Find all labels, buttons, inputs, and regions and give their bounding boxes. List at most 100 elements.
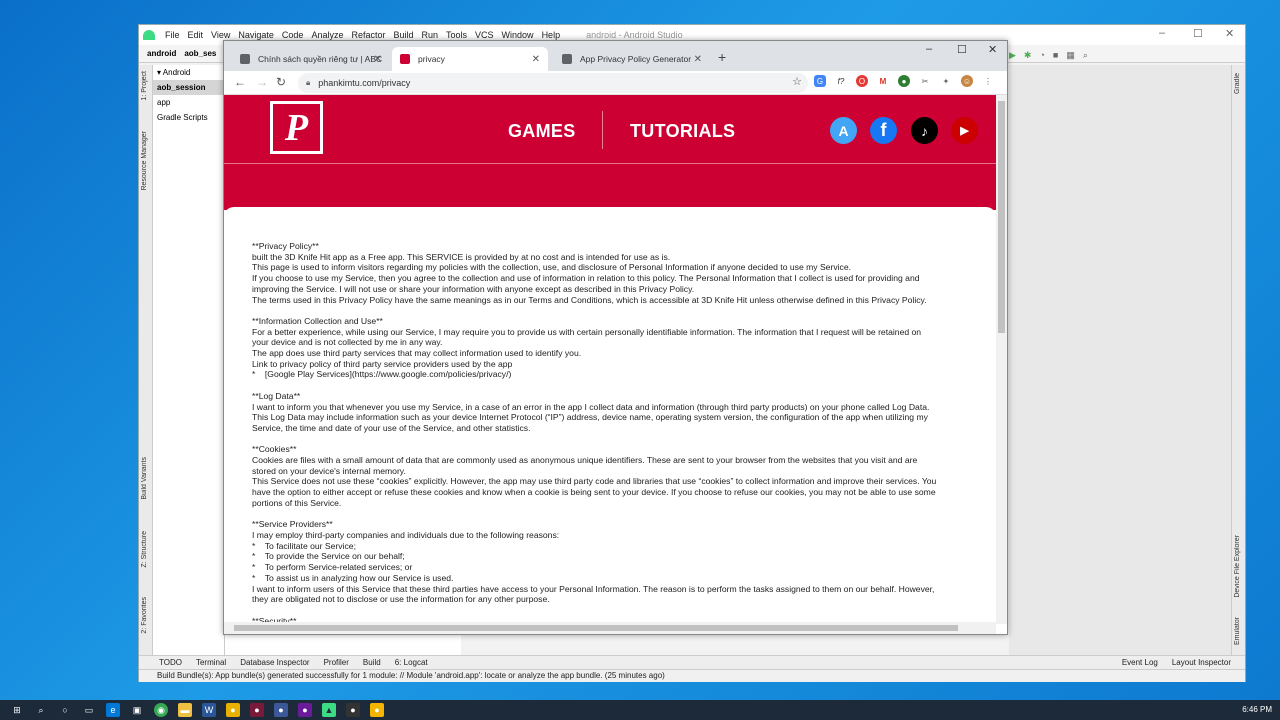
forward-icon[interactable]: → [256, 75, 268, 89]
todo-tab[interactable]: TODO [159, 658, 182, 667]
menu-refactor[interactable]: Refactor [351, 30, 385, 40]
menu-build[interactable]: Build [393, 30, 413, 40]
tree-item-root[interactable]: aob_session [153, 80, 224, 95]
menu-code[interactable]: Code [282, 30, 304, 40]
app-icon[interactable]: ● [226, 703, 240, 717]
device-file-explorer-tab[interactable]: Device File Explorer [1234, 535, 1241, 598]
tree-item-app[interactable]: app [153, 95, 224, 110]
as-close-button[interactable]: ✕ [1225, 27, 1234, 40]
menu-file[interactable]: File [165, 30, 180, 40]
tree-item-gradle-scripts[interactable]: Gradle Scripts [153, 110, 224, 125]
app-icon[interactable]: ● [274, 703, 288, 717]
build-tab[interactable]: Build [363, 658, 381, 667]
profiler-tab[interactable]: Profiler [324, 658, 349, 667]
app-icon[interactable]: ● [346, 703, 360, 717]
tab-chinh-sach[interactable]: Chính sách quyền riêng tư | ABC ✕ [232, 47, 390, 71]
stop-icon[interactable]: ■ [1053, 50, 1058, 60]
vertical-scroll-thumb[interactable] [998, 101, 1005, 333]
search-everywhere-icon[interactable]: ⌕ [1083, 50, 1088, 61]
vertical-scrollbar[interactable] [996, 95, 1007, 624]
emulator-tab[interactable]: Emulator [1234, 617, 1241, 645]
project-tool-tab[interactable]: 1: Project [141, 71, 148, 101]
as-minimize-button[interactable]: – [1159, 27, 1165, 39]
search-icon[interactable]: ⌕ [34, 703, 48, 717]
as-maximize-button[interactable]: ☐ [1193, 27, 1203, 40]
menu-analyze[interactable]: Analyze [311, 30, 343, 40]
tab-close-icon[interactable]: ✕ [694, 54, 702, 65]
menu-view[interactable]: View [211, 30, 230, 40]
translate-extension-icon[interactable]: G [814, 75, 826, 87]
app-icon[interactable]: ● [250, 703, 264, 717]
chrome-icon[interactable]: ◉ [154, 703, 168, 717]
tiktok-icon[interactable]: ♪ [911, 117, 938, 144]
menu-navigate[interactable]: Navigate [238, 30, 274, 40]
profile-icon[interactable]: ◔ [1039, 50, 1044, 60]
youtube-icon[interactable]: ▶ [951, 117, 978, 144]
debug-icon[interactable]: ✱ [1024, 50, 1032, 61]
reload-icon[interactable]: ↻ [276, 75, 286, 89]
page-viewport: P GAMES TUTORIALS A f ♪ ▶ **Privacy Poli… [224, 95, 996, 624]
task-view-icon[interactable]: ▭ [82, 703, 96, 717]
nav-crumb-module[interactable]: aob_ses [184, 49, 216, 58]
facebook-icon[interactable]: f [870, 117, 897, 144]
build-variants-tab[interactable]: Build Variants [141, 457, 148, 500]
chrome-menu-icon[interactable]: ⋮ [982, 75, 994, 87]
menu-run[interactable]: Run [422, 30, 439, 40]
profile-avatar[interactable]: ☺ [961, 75, 973, 87]
horizontal-scroll-thumb[interactable] [234, 625, 958, 631]
menu-edit[interactable]: Edit [188, 30, 204, 40]
chrome-maximize-button[interactable]: ☐ [957, 43, 967, 56]
menu-help[interactable]: Help [542, 30, 561, 40]
menu-window[interactable]: Window [502, 30, 534, 40]
structure-tab[interactable]: Z: Structure [141, 531, 148, 568]
layout-inspector-tab[interactable]: Layout Inspector [1172, 658, 1231, 667]
colorzilla-extension-icon[interactable]: ● [898, 75, 910, 87]
app-icon[interactable]: ● [370, 703, 384, 717]
lock-icon[interactable]: 🔒︎ [306, 78, 310, 88]
address-bar[interactable]: 🔒︎ phankimtu.com/privacy ☆ [298, 73, 808, 93]
nav-crumb-android[interactable]: android [147, 49, 176, 58]
word-icon[interactable]: W [202, 703, 216, 717]
tab-privacy[interactable]: privacy ✕ [392, 47, 548, 71]
extensions-puzzle-icon[interactable]: ✦ [940, 75, 952, 87]
sdk-manager-icon[interactable]: ▦ [1066, 50, 1075, 61]
tab-label: Chính sách quyền riêng tư | ABC [258, 54, 383, 64]
extensions-area: G f? O M ● ✂ ✦ ☺ ⋮ [814, 75, 994, 87]
bookmark-star-icon[interactable]: ☆ [792, 75, 802, 88]
tab-close-icon[interactable]: ✕ [374, 54, 382, 65]
favorites-tab[interactable]: 2: Favorites [141, 597, 148, 634]
resource-manager-tab[interactable]: Resource Manager [141, 131, 148, 191]
cortana-icon[interactable]: ○ [58, 703, 72, 717]
adblock-extension-icon[interactable]: ✂ [919, 75, 931, 87]
event-log-tab[interactable]: Event Log [1122, 658, 1158, 667]
nav-games-link[interactable]: GAMES [508, 121, 576, 142]
back-icon[interactable]: ← [234, 75, 246, 89]
edge-icon[interactable]: e [106, 703, 120, 717]
formula-extension-icon[interactable]: f? [835, 75, 847, 87]
logcat-tab[interactable]: 6: Logcat [395, 658, 428, 667]
clock[interactable]: 6:46 PM [1242, 705, 1272, 714]
app-store-icon[interactable]: A [830, 117, 857, 144]
tab-app-privacy-generator[interactable]: App Privacy Policy Generator ✕ [554, 47, 710, 71]
nav-tutorials-link[interactable]: TUTORIALS [630, 121, 735, 142]
project-view-selector[interactable]: ▾ Android [153, 65, 224, 80]
menu-tools[interactable]: Tools [446, 30, 467, 40]
site-logo[interactable]: P [270, 101, 323, 154]
app-icon[interactable]: ● [298, 703, 312, 717]
run-icon[interactable]: ▶ [1009, 50, 1016, 61]
terminal-tab[interactable]: Terminal [196, 658, 226, 667]
gradle-tab[interactable]: Gradle [1234, 73, 1241, 94]
chrome-minimize-button[interactable]: – [926, 43, 932, 55]
horizontal-scrollbar[interactable] [224, 622, 996, 634]
tab-close-icon[interactable]: ✕ [532, 54, 540, 65]
chrome-close-button[interactable]: ✕ [988, 43, 997, 56]
android-studio-icon[interactable]: ▲ [322, 703, 336, 717]
new-tab-button[interactable]: + [718, 49, 726, 65]
store-icon[interactable]: ▣ [130, 703, 144, 717]
windows-start-icon[interactable]: ⊞ [10, 703, 24, 717]
gmail-extension-icon[interactable]: M [877, 75, 889, 87]
database-inspector-tab[interactable]: Database Inspector [240, 658, 309, 667]
explorer-icon[interactable]: ▬ [178, 703, 192, 717]
menu-vcs[interactable]: VCS [475, 30, 494, 40]
opera-extension-icon[interactable]: O [856, 75, 868, 87]
